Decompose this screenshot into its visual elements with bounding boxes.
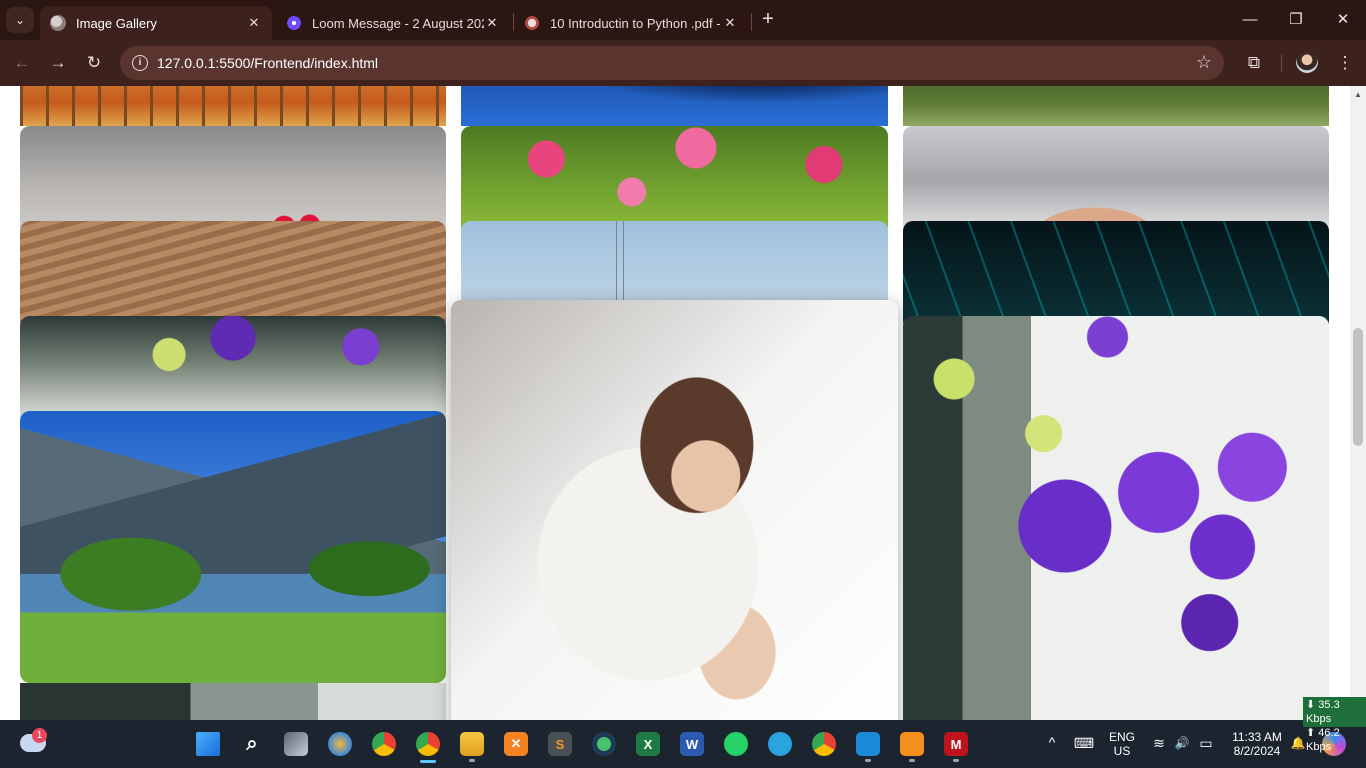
chrome-icon[interactable] (372, 732, 396, 756)
close-tab-icon[interactable]: ✕ (722, 15, 738, 31)
language-label: ENG (1108, 730, 1135, 744)
gallery-card-blue-butterfly[interactable] (461, 86, 888, 126)
xampp-icon[interactable]: ✕ (504, 732, 528, 756)
loom-icon (286, 15, 302, 31)
download-speed: ⬇ 35.3 Kbps (1306, 699, 1340, 725)
close-tab-icon[interactable]: ✕ (246, 15, 262, 31)
gallery-viewport (0, 86, 1350, 720)
vscode-icon[interactable] (856, 732, 880, 756)
excel-icon[interactable]: X (636, 732, 660, 756)
url-text[interactable]: 127.0.0.1:5500/Frontend/index.html (157, 55, 378, 71)
profile-avatar[interactable] (1296, 51, 1318, 73)
close-window-button[interactable]: ✕ (1328, 8, 1358, 32)
gallery-card-mountain-lake[interactable] (20, 411, 446, 683)
scrollbar-thumb[interactable] (1353, 328, 1363, 446)
gallery-card-stone-arch[interactable] (20, 221, 446, 331)
gallery-card-bride-portrait[interactable] (451, 300, 898, 720)
wifi-icon[interactable]: ≋ (1150, 736, 1168, 750)
site-info-icon[interactable]: i (132, 55, 148, 71)
gallery-card-woman-towel[interactable] (903, 126, 1329, 236)
minimize-button[interactable]: — (1235, 8, 1265, 32)
keyboard-icon[interactable]: ⌨ (1073, 736, 1095, 750)
gallery-card-autumn-trees[interactable] (20, 86, 446, 126)
task-view-icon[interactable] (284, 732, 308, 756)
sublime-icon[interactable]: S (548, 732, 572, 756)
clock[interactable]: 11:33 AM 8/2/2024 (1224, 730, 1290, 758)
start-icon[interactable] (196, 732, 220, 756)
bookmark-star-icon[interactable]: ☆ (1196, 52, 1212, 73)
toolbar-divider (1281, 54, 1282, 72)
gallery-card-pink-blossoms[interactable] (461, 126, 888, 236)
upload-speed: ⬆ 46.2 Kbps (1306, 727, 1340, 753)
running-indicator (953, 759, 959, 762)
date-label: 8/2/2024 (1233, 744, 1281, 758)
new-tab-button[interactable]: + (757, 8, 779, 32)
mast-line (623, 221, 624, 301)
restore-button[interactable]: ❐ (1281, 8, 1311, 32)
reload-button[interactable]: ↻ (82, 51, 106, 75)
tab-loom-message[interactable]: Loom Message - 2 August 2024 ✕ (276, 6, 510, 40)
running-indicator (909, 759, 915, 762)
mast-line (616, 221, 617, 301)
page-scrollbar[interactable]: ▲ ▼ (1350, 86, 1366, 720)
notification-bell-icon[interactable]: 🔔 (1289, 736, 1307, 750)
gallery-card-flowers-vase-left[interactable] (20, 316, 446, 426)
telegram-icon[interactable] (768, 732, 792, 756)
network-speed-meter: ⬇ 35.3 Kbps ⬆ 46.2 Kbps (1303, 697, 1366, 753)
tab-python-pdf[interactable]: 10 Introductin to Python .pdf - ✕ (514, 6, 748, 40)
whatsapp-icon[interactable] (724, 732, 748, 756)
tab-search-button[interactable]: ⌄ (6, 7, 34, 33)
extensions-icon[interactable]: ⧉ (1242, 51, 1266, 75)
active-app-indicator (420, 760, 436, 763)
chrome-profile-icon[interactable] (416, 732, 440, 756)
chrome-icon[interactable] (812, 732, 836, 756)
running-indicator (469, 759, 475, 762)
tab-label: 10 Introductin to Python .pdf - (550, 15, 721, 31)
close-tab-icon[interactable]: ✕ (484, 15, 500, 31)
gallery-card-flowers-vase-right[interactable] (903, 316, 1329, 720)
tab-strip: ⌄ Image Gallery ✕ Loom Message - 2 Augus… (0, 0, 1366, 40)
mcafee-icon[interactable]: M (944, 732, 968, 756)
notification-badge: 1 (32, 728, 47, 743)
tab-separator (751, 13, 752, 31)
scroll-up-arrow-icon[interactable]: ▲ (1350, 88, 1366, 102)
battery-icon[interactable]: ▭ (1196, 736, 1216, 750)
region-label: US (1113, 744, 1131, 758)
pdf-viewer-icon (524, 15, 540, 31)
browser-toolbar: ← → ↻ i 127.0.0.1:5500/Frontend/index.ht… (0, 40, 1366, 86)
gallery-card-forest-stream[interactable] (903, 86, 1329, 126)
tab-label: Image Gallery (76, 15, 157, 31)
gallery-card-vase-bottom[interactable] (20, 683, 446, 720)
volume-icon[interactable]: 🔊 (1172, 736, 1192, 750)
globe-icon (50, 15, 66, 31)
chrome-menu-icon[interactable]: ⋮ (1333, 51, 1357, 75)
pdf-tool-icon[interactable] (900, 732, 924, 756)
back-button[interactable]: ← (10, 51, 34, 75)
running-indicator (865, 759, 871, 762)
forward-button[interactable]: → (46, 51, 70, 75)
address-bar[interactable]: i 127.0.0.1:5500/Frontend/index.html ☆ (120, 46, 1224, 80)
gallery-card-teal-feather[interactable] (903, 221, 1329, 331)
gallery-card-gray-red-flowers[interactable] (20, 126, 446, 236)
time-label: 11:33 AM (1232, 730, 1282, 744)
language-indicator[interactable]: ENG US (1107, 730, 1137, 758)
tray-chevron-icon[interactable]: ^ (1044, 735, 1060, 749)
word-icon[interactable]: W (680, 732, 704, 756)
search-icon[interactable]: ⌕ (240, 732, 264, 756)
file-explorer-icon[interactable] (460, 732, 484, 756)
copilot-icon[interactable] (328, 732, 352, 756)
tab-label: Loom Message - 2 August 2024 (312, 15, 484, 31)
vpn-icon[interactable] (592, 732, 616, 756)
tab-image-gallery[interactable]: Image Gallery ✕ (40, 6, 272, 40)
